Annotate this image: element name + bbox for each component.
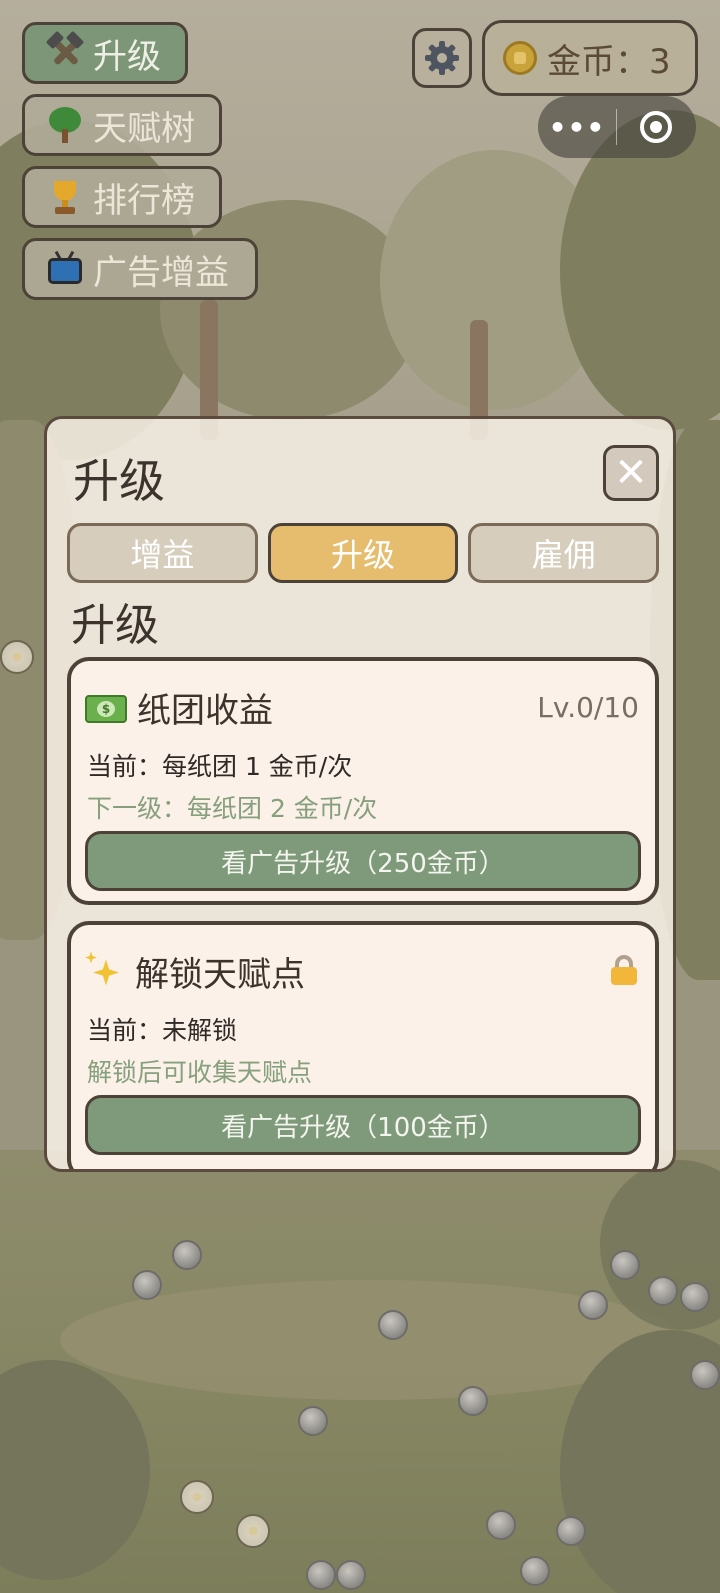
coin-count-label: 金币：3 [547, 41, 671, 82]
tab-upgrade[interactable]: 升级 [267, 523, 459, 583]
card-next-value: 解锁后可收集天赋点 [87, 1058, 313, 1087]
paper-ball[interactable] [336, 1560, 366, 1590]
menu-upgrade-button[interactable]: 升级 [22, 22, 188, 84]
upgrade-dialog: 升级 ✕ 增益 升级 雇佣 升级 $ 纸团收益 Lv.0/10 当前：每纸团 1… [44, 416, 676, 1172]
paper-ball[interactable] [458, 1386, 488, 1416]
trophy-icon [47, 179, 83, 215]
paper-ball[interactable] [556, 1516, 586, 1546]
paper-ball[interactable] [610, 1250, 640, 1280]
upgrade-card-unlock-talent: 解锁天赋点 当前：未解锁 解锁后可收集天赋点 看广告升级（100金币） [67, 921, 659, 1169]
card-current-value: 当前：每纸团 1 金币/次 [87, 752, 353, 781]
watch-ad-upgrade-button[interactable]: 看广告升级（100金币） [85, 1095, 641, 1155]
paper-ball[interactable] [306, 1560, 336, 1590]
card-current-value: 当前：未解锁 [87, 1016, 238, 1045]
paper-ball[interactable] [298, 1406, 328, 1436]
section-title: 升级 [71, 600, 159, 651]
close-miniprogram-button[interactable] [617, 111, 695, 143]
tab-hire[interactable]: 雇佣 [468, 523, 660, 583]
dialog-title: 升级 [73, 454, 165, 508]
coin-icon [503, 41, 537, 75]
lock-icon [611, 955, 637, 985]
upgrade-card-paper-income: $ 纸团收益 Lv.0/10 当前：每纸团 1 金币/次 下一级：每纸团 2 金… [67, 657, 659, 905]
close-button[interactable]: ✕ [603, 445, 659, 501]
tv-icon [47, 250, 83, 287]
target-icon [640, 111, 672, 143]
paper-ball[interactable] [378, 1310, 408, 1340]
paper-ball[interactable] [520, 1556, 550, 1586]
settings-button[interactable] [412, 28, 472, 88]
paper-ball[interactable] [648, 1276, 678, 1306]
flower [180, 1480, 214, 1514]
paper-ball[interactable] [680, 1282, 710, 1312]
paper-ball[interactable] [690, 1360, 720, 1390]
watch-ad-upgrade-button[interactable]: 看广告升级（250金币） [85, 831, 641, 891]
sparkle-icon [85, 951, 125, 992]
money-icon: $ [85, 691, 127, 725]
miniprogram-capsule: ••• [538, 96, 696, 158]
paper-ball[interactable] [578, 1290, 608, 1320]
card-level: Lv.0/10 [537, 691, 639, 724]
tab-boost[interactable]: 增益 [67, 523, 258, 583]
flower [0, 640, 34, 674]
paper-ball[interactable] [172, 1240, 202, 1270]
coin-counter: 金币：3 [482, 20, 698, 96]
flower [236, 1514, 270, 1548]
paper-ball[interactable] [486, 1510, 516, 1540]
hammer-pick-icon [45, 30, 85, 71]
gear-icon [425, 41, 459, 75]
more-options-button[interactable]: ••• [538, 111, 616, 144]
card-name: 解锁天赋点 [135, 955, 305, 995]
card-header: 解锁天赋点 [85, 947, 305, 996]
paper-ball[interactable] [132, 1270, 162, 1300]
close-icon: ✕ [614, 450, 648, 496]
tree [160, 200, 420, 420]
card-name: 纸团收益 [137, 691, 273, 731]
dialog-tabs: 增益 升级 雇佣 [67, 523, 660, 583]
card-next-value: 下一级：每纸团 2 金币/次 [87, 794, 378, 823]
menu-talent-tree-button[interactable]: 天赋树 [22, 94, 222, 156]
menu-ad-boost-label: 广告增益 [93, 252, 229, 293]
menu-leaderboard-button[interactable]: 排行榜 [22, 166, 222, 228]
menu-leaderboard-label: 排行榜 [93, 180, 195, 221]
menu-upgrade-label: 升级 [93, 36, 161, 77]
menu-talent-tree-label: 天赋树 [93, 108, 195, 149]
tree-icon [47, 107, 83, 143]
menu-ad-boost-button[interactable]: 广告增益 [22, 238, 258, 300]
card-header: $ 纸团收益 [85, 683, 273, 732]
